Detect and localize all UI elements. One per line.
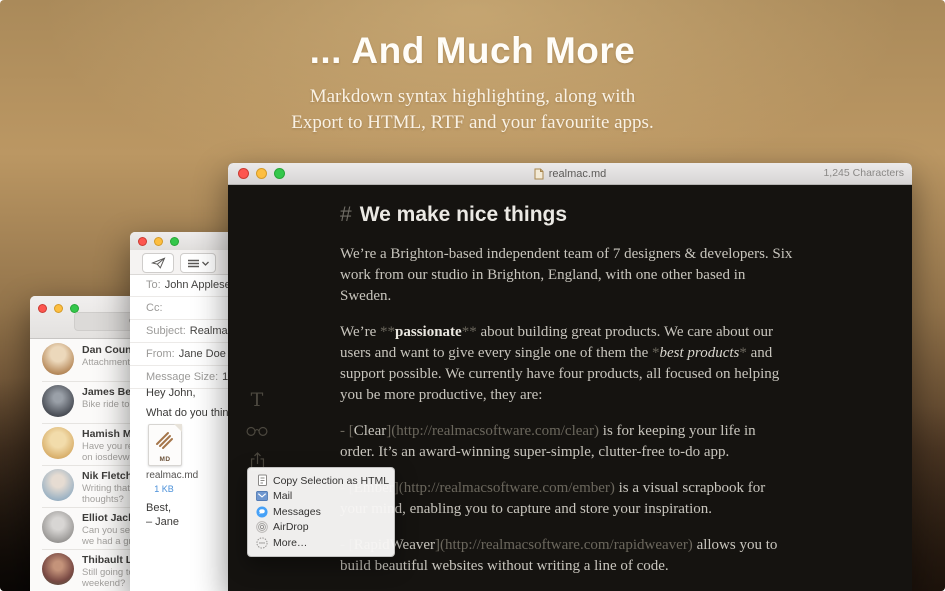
window-title: realmac.md	[228, 163, 912, 184]
minimize-button[interactable]	[54, 304, 63, 313]
avatar	[42, 385, 74, 417]
editor-titlebar: realmac.md 1,245 Characters	[228, 163, 912, 185]
attachment-filename: realmac.md	[146, 470, 198, 481]
typography-tool-icon[interactable]: T	[251, 391, 264, 410]
page-title: ... And Much More	[0, 30, 945, 72]
preview-glasses-icon[interactable]	[246, 423, 268, 438]
attachment-file-icon[interactable]: MD	[148, 424, 182, 466]
avatar	[42, 511, 74, 543]
attachment-size: 1 KB	[148, 484, 180, 494]
avatar	[42, 469, 74, 501]
markdown-heading: #We make nice things	[340, 203, 945, 227]
menu-item-more[interactable]: More…	[248, 535, 394, 551]
send-button[interactable]	[142, 253, 174, 273]
zoom-button[interactable]	[170, 237, 179, 246]
menu-item-airdrop[interactable]: AirDrop	[248, 520, 394, 536]
paragraph: We’re **passionate** about building grea…	[340, 322, 945, 406]
body-text: Hey John,	[146, 387, 196, 399]
message-preview: weekend?	[82, 578, 125, 589]
promo-screenshot: ... And Much More Markdown syntax highli…	[0, 0, 945, 591]
menu-item-mail[interactable]: Mail	[248, 489, 394, 505]
page-subtitle-line2: Export to HTML, RTF and your favourite a…	[0, 112, 945, 134]
list-item-ember: - [Ember](http://realmacsoftware.com/emb…	[340, 478, 945, 520]
avatar	[42, 343, 74, 375]
list-item-clear: - [Clear](http://realmacsoftware.com/cle…	[340, 421, 945, 463]
page-subtitle-line1: Markdown syntax highlighting, along with	[0, 86, 945, 108]
avatar	[42, 553, 74, 585]
close-button[interactable]	[138, 237, 147, 246]
body-text: Best,	[146, 502, 171, 514]
messages-icon	[256, 506, 268, 518]
more-icon	[256, 537, 268, 549]
list-item-rapidweaver: - [RapidWeaver](http://realmacsoftware.c…	[340, 535, 945, 577]
header-fields-menu-button[interactable]	[180, 253, 216, 273]
message-preview: thoughts?	[82, 494, 124, 505]
menu-item-copy-selection-as-html[interactable]: Copy Selection as HTML	[248, 473, 394, 489]
copy-html-icon	[256, 474, 268, 487]
editor-text-area[interactable]: #We make nice things We’re a Brighton-ba…	[340, 203, 945, 591]
hamburger-icon	[188, 259, 199, 268]
airdrop-icon	[256, 521, 268, 533]
chevron-down-icon	[202, 261, 209, 266]
character-count: 1,245 Characters	[823, 163, 904, 184]
avatar	[42, 427, 74, 459]
page-fold	[174, 424, 182, 432]
paragraph: We’re a Brighton-based independent team …	[340, 244, 945, 307]
window-title-text: realmac.md	[549, 168, 606, 180]
file-type-badge: MD	[149, 456, 181, 463]
document-icon	[534, 168, 544, 180]
markdown-art-icon	[154, 430, 174, 452]
minimize-button[interactable]	[154, 237, 163, 246]
mail-icon	[256, 490, 268, 502]
share-menu: Copy Selection as HTML Mail Messages Air…	[247, 467, 395, 557]
hash-syntax: #	[340, 203, 352, 226]
paper-plane-icon	[151, 257, 166, 269]
close-button[interactable]	[38, 304, 47, 313]
editor-sidebar: T	[240, 391, 274, 472]
body-text: – Jane	[146, 516, 179, 528]
menu-item-messages[interactable]: Messages	[248, 504, 394, 520]
